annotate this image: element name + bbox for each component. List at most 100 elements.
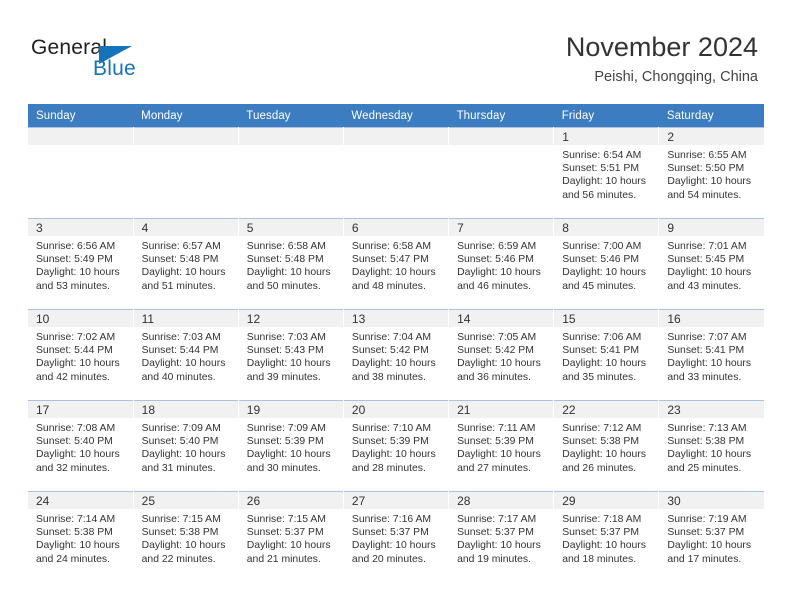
sunrise-time: Sunrise: 7:04 AM bbox=[351, 332, 432, 343]
sun-times: Sunrise: 7:14 AM Sunset: 5:38 PM Daylight:… bbox=[28, 509, 133, 566]
sun-times: Sunrise: 6:55 AM Sunset: 5:50 PM Daylight:… bbox=[659, 145, 764, 202]
calendar-cell-day[interactable]: 14 Sunrise: 7:05 AM Sunset: 5:42 PM Dayligh… bbox=[448, 309, 555, 401]
daylight-duration-line2: and 51 minutes. bbox=[141, 280, 216, 292]
day-number: 2 bbox=[659, 128, 764, 145]
calendar-cell-day[interactable]: 23 Sunrise: 7:13 AM Sunset: 5:38 PM Dayligh… bbox=[658, 400, 764, 492]
calendar-cell-inner: 20 Sunrise: 7:10 AM Sunset: 5:39 PM Dayligh… bbox=[343, 401, 449, 491]
calendar-week-row: 3 Sunrise: 6:56 AM Sunset: 5:49 PM Daylight… bbox=[28, 218, 764, 310]
calendar-cell-empty bbox=[343, 127, 450, 219]
sunset-time: Sunset: 5:38 PM bbox=[562, 436, 640, 448]
calendar-cell-day[interactable]: 1 Sunrise: 6:54 AM Sunset: 5:51 PM Daylight… bbox=[553, 127, 660, 219]
sunrise-time: Sunrise: 7:16 AM bbox=[351, 514, 432, 525]
calendar-cell-day[interactable]: 9 Sunrise: 7:01 AM Sunset: 5:45 PM Daylight… bbox=[658, 218, 764, 310]
calendar-cell-inner: 10 Sunrise: 7:02 AM Sunset: 5:44 PM Dayligh… bbox=[28, 310, 133, 400]
day-number: 14 bbox=[449, 310, 554, 327]
calendar-cell-inner: 5 Sunrise: 6:58 AM Sunset: 5:48 PM Daylight… bbox=[238, 219, 343, 309]
calendar-cell-day[interactable]: 10 Sunrise: 7:02 AM Sunset: 5:44 PM Dayligh… bbox=[28, 309, 134, 401]
sunset-time: Sunset: 5:44 PM bbox=[36, 345, 113, 357]
sunrise-time: Sunrise: 7:18 AM bbox=[562, 514, 642, 525]
calendar-cell-day[interactable]: 25 Sunrise: 7:15 AM Sunset: 5:38 PM Dayligh… bbox=[133, 491, 239, 582]
calendar-cell-day[interactable]: 3 Sunrise: 6:56 AM Sunset: 5:49 PM Daylight… bbox=[28, 218, 134, 310]
calendar-cell-day[interactable]: 19 Sunrise: 7:09 AM Sunset: 5:39 PM Dayligh… bbox=[238, 400, 344, 492]
calendar-cell-day[interactable]: 20 Sunrise: 7:10 AM Sunset: 5:39 PM Dayligh… bbox=[343, 400, 450, 492]
sunrise-time: Sunrise: 7:00 AM bbox=[562, 241, 642, 252]
calendar-cell-day[interactable]: 30 Sunrise: 7:19 AM Sunset: 5:37 PM Dayligh… bbox=[658, 491, 764, 582]
calendar-cell-inner: 6 Sunrise: 6:58 AM Sunset: 5:47 PM Daylight… bbox=[343, 219, 449, 309]
calendar-cell-day[interactable]: 27 Sunrise: 7:16 AM Sunset: 5:37 PM Dayligh… bbox=[343, 491, 450, 582]
daylight-duration-line1: Daylight: 10 hours bbox=[36, 267, 120, 279]
daylight-duration-line1: Daylight: 10 hours bbox=[457, 267, 541, 279]
day-number: 6 bbox=[343, 219, 449, 236]
calendar-cell-day[interactable]: 22 Sunrise: 7:12 AM Sunset: 5:38 PM Dayligh… bbox=[553, 400, 660, 492]
day-number: 5 bbox=[238, 219, 343, 236]
calendar-cell-inner: 21 Sunrise: 7:11 AM Sunset: 5:39 PM Dayligh… bbox=[449, 401, 554, 491]
calendar-cell-empty bbox=[133, 127, 239, 219]
calendar-table: Sunday Monday Tuesday Wednesday Thursday… bbox=[28, 104, 764, 582]
sunset-time: Sunset: 5:40 PM bbox=[141, 436, 219, 448]
brand-logo[interactable]: General Blue bbox=[31, 36, 161, 82]
calendar-cell-day[interactable]: 21 Sunrise: 7:11 AM Sunset: 5:39 PM Dayligh… bbox=[448, 400, 555, 492]
daylight-duration-line1: Daylight: 10 hours bbox=[351, 267, 436, 279]
calendar-cell-inner: 2 Sunrise: 6:55 AM Sunset: 5:50 PM Daylight… bbox=[659, 128, 764, 218]
sun-times: Sunrise: 7:15 AM Sunset: 5:38 PM Daylight:… bbox=[134, 509, 238, 566]
day-number: 26 bbox=[238, 492, 343, 509]
calendar-cell-day[interactable]: 24 Sunrise: 7:14 AM Sunset: 5:38 PM Dayligh… bbox=[28, 491, 134, 582]
sunset-time: Sunset: 5:45 PM bbox=[667, 254, 745, 266]
sunset-time: Sunset: 5:46 PM bbox=[562, 254, 640, 266]
day-number bbox=[133, 128, 238, 145]
sun-times: Sunrise: 7:02 AM Sunset: 5:44 PM Daylight:… bbox=[28, 327, 133, 384]
calendar-cell-day[interactable]: 15 Sunrise: 7:06 AM Sunset: 5:41 PM Dayligh… bbox=[553, 309, 660, 401]
weekday-header-saturday: Saturday bbox=[658, 104, 764, 128]
calendar-cell-day[interactable]: 26 Sunrise: 7:15 AM Sunset: 5:37 PM Dayligh… bbox=[238, 491, 344, 582]
sun-times: Sunrise: 6:59 AM Sunset: 5:46 PM Daylight:… bbox=[449, 236, 553, 293]
calendar-cell-inner bbox=[28, 128, 133, 218]
calendar-cell-day[interactable]: 29 Sunrise: 7:18 AM Sunset: 5:37 PM Dayligh… bbox=[553, 491, 660, 582]
sunrise-time: Sunrise: 7:05 AM bbox=[457, 332, 537, 343]
calendar-cell-day[interactable]: 2 Sunrise: 6:55 AM Sunset: 5:50 PM Daylight… bbox=[658, 127, 764, 219]
calendar-cell-inner: 12 Sunrise: 7:03 AM Sunset: 5:43 PM Dayligh… bbox=[238, 310, 343, 400]
calendar-cell-inner: 29 Sunrise: 7:18 AM Sunset: 5:37 PM Dayligh… bbox=[554, 492, 659, 582]
day-number: 11 bbox=[133, 310, 238, 327]
day-number: 30 bbox=[659, 492, 764, 509]
page-header: General Blue November 2024 Peishi, Chong… bbox=[0, 0, 792, 100]
sunset-time: Sunset: 5:47 PM bbox=[351, 254, 429, 266]
sunrise-time: Sunrise: 7:03 AM bbox=[246, 332, 326, 343]
daylight-duration-line1: Daylight: 10 hours bbox=[246, 449, 331, 461]
calendar-cell-day[interactable]: 8 Sunrise: 7:00 AM Sunset: 5:46 PM Daylight… bbox=[553, 218, 660, 310]
sunrise-time: Sunrise: 7:14 AM bbox=[36, 514, 116, 525]
weekday-header-row: Sunday Monday Tuesday Wednesday Thursday… bbox=[28, 104, 764, 128]
sunset-time: Sunset: 5:39 PM bbox=[457, 436, 534, 448]
sun-times: Sunrise: 6:56 AM Sunset: 5:49 PM Daylight:… bbox=[28, 236, 133, 293]
sunrise-time: Sunrise: 7:09 AM bbox=[141, 423, 221, 434]
day-number: 22 bbox=[554, 401, 659, 418]
calendar-cell-day[interactable]: 11 Sunrise: 7:03 AM Sunset: 5:44 PM Dayligh… bbox=[133, 309, 239, 401]
calendar-cell-day[interactable]: 17 Sunrise: 7:08 AM Sunset: 5:40 PM Dayligh… bbox=[28, 400, 134, 492]
calendar-cell-day[interactable]: 28 Sunrise: 7:17 AM Sunset: 5:37 PM Dayligh… bbox=[448, 491, 555, 582]
calendar-cell-day[interactable]: 13 Sunrise: 7:04 AM Sunset: 5:42 PM Dayligh… bbox=[343, 309, 450, 401]
calendar-cell-inner: 1 Sunrise: 6:54 AM Sunset: 5:51 PM Daylight… bbox=[554, 128, 659, 218]
calendar-cell-day[interactable]: 12 Sunrise: 7:03 AM Sunset: 5:43 PM Dayligh… bbox=[238, 309, 344, 401]
calendar-cell-day[interactable]: 16 Sunrise: 7:07 AM Sunset: 5:41 PM Dayligh… bbox=[658, 309, 764, 401]
sunrise-time: Sunrise: 7:15 AM bbox=[246, 514, 326, 525]
daylight-duration-line1: Daylight: 10 hours bbox=[667, 540, 752, 552]
sunset-time: Sunset: 5:42 PM bbox=[351, 345, 429, 357]
calendar-cell-day[interactable]: 4 Sunrise: 6:57 AM Sunset: 5:48 PM Daylight… bbox=[133, 218, 239, 310]
daylight-duration-line1: Daylight: 10 hours bbox=[351, 358, 436, 370]
calendar-cell-inner: 9 Sunrise: 7:01 AM Sunset: 5:45 PM Daylight… bbox=[659, 219, 764, 309]
sunrise-time: Sunrise: 7:07 AM bbox=[667, 332, 747, 343]
day-number: 27 bbox=[343, 492, 449, 509]
daylight-duration-line2: and 46 minutes. bbox=[457, 280, 531, 292]
calendar-cell-day[interactable]: 18 Sunrise: 7:09 AM Sunset: 5:40 PM Dayligh… bbox=[133, 400, 239, 492]
daylight-duration-line1: Daylight: 10 hours bbox=[141, 449, 226, 461]
day-number: 16 bbox=[659, 310, 764, 327]
calendar-cell-day[interactable]: 7 Sunrise: 6:59 AM Sunset: 5:46 PM Daylight… bbox=[448, 218, 555, 310]
weekday-header-tuesday: Tuesday bbox=[238, 104, 344, 128]
sunrise-time: Sunrise: 6:58 AM bbox=[246, 241, 326, 252]
sunset-time: Sunset: 5:37 PM bbox=[667, 527, 745, 539]
brand-name-blue: Blue bbox=[93, 57, 136, 80]
calendar-cell-inner: 19 Sunrise: 7:09 AM Sunset: 5:39 PM Dayligh… bbox=[238, 401, 343, 491]
calendar-cell-day[interactable]: 6 Sunrise: 6:58 AM Sunset: 5:47 PM Daylight… bbox=[343, 218, 450, 310]
daylight-duration-line2: and 45 minutes. bbox=[562, 280, 637, 292]
daylight-duration-line2: and 30 minutes. bbox=[246, 462, 321, 474]
calendar-cell-day[interactable]: 5 Sunrise: 6:58 AM Sunset: 5:48 PM Daylight… bbox=[238, 218, 344, 310]
